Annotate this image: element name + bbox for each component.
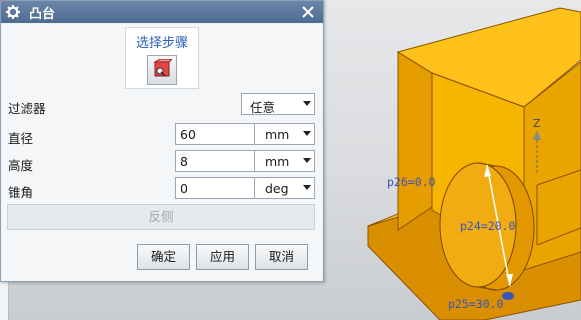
taper-unit: deg bbox=[265, 181, 289, 196]
height-value: 8 bbox=[180, 154, 188, 169]
taper-label: 锥角 bbox=[8, 185, 34, 200]
ok-button[interactable]: 确定 bbox=[137, 244, 190, 270]
taper-value: 0 bbox=[180, 181, 188, 196]
dialog-title: 凸台 bbox=[29, 6, 56, 22]
filter-value: 任意 bbox=[250, 100, 276, 115]
dialog-body: 选择步骤 过滤器 任意 直径 60 mm 高度 8 mm 锥角 0 deg 反侧… bbox=[2, 24, 322, 281]
cancel-button[interactable]: 取消 bbox=[255, 244, 308, 270]
dim-p24[interactable]: p24=20.0 bbox=[460, 219, 515, 233]
face-select-button[interactable] bbox=[147, 55, 177, 85]
dialog-titlebar[interactable]: 凸台 bbox=[1, 1, 323, 23]
dim-p26[interactable]: p26=0.0 bbox=[387, 175, 436, 189]
panel-edge bbox=[0, 281, 9, 320]
block-left-face bbox=[397, 51, 433, 231]
boss-dialog: 凸台 选择步骤 过滤器 任意 直径 60 mm 高度 8 mm 锥角 0 deg… bbox=[0, 0, 324, 282]
chevron-down-icon bbox=[303, 185, 311, 190]
reverse-side-button[interactable]: 反侧 bbox=[7, 204, 315, 230]
selection-step-panel: 选择步骤 bbox=[125, 27, 199, 89]
drag-handle[interactable] bbox=[502, 292, 514, 300]
apply-button[interactable]: 应用 bbox=[196, 244, 249, 270]
z-axis-label: Z bbox=[533, 117, 541, 130]
taper-input[interactable]: 0 bbox=[175, 177, 255, 199]
height-unit-select[interactable]: mm bbox=[254, 150, 315, 172]
gear-icon[interactable] bbox=[5, 4, 21, 20]
diameter-input[interactable]: 60 bbox=[175, 123, 255, 145]
diameter-unit-select[interactable]: mm bbox=[254, 123, 315, 145]
diameter-value: 60 bbox=[180, 127, 196, 142]
height-label: 高度 bbox=[8, 158, 34, 173]
step-label: 选择步骤 bbox=[135, 36, 188, 51]
filter-select[interactable]: 任意 bbox=[241, 93, 315, 115]
chevron-down-icon bbox=[303, 131, 311, 136]
diameter-label: 直径 bbox=[8, 131, 34, 146]
taper-unit-select[interactable]: deg bbox=[254, 177, 315, 199]
diameter-unit: mm bbox=[265, 127, 290, 142]
filter-label: 过滤器 bbox=[8, 101, 46, 116]
height-unit: mm bbox=[265, 154, 290, 169]
face-select-icon bbox=[152, 58, 174, 82]
chevron-down-icon bbox=[303, 158, 311, 163]
dim-p25[interactable]: p25=30.0 bbox=[448, 297, 503, 311]
height-input[interactable]: 8 bbox=[175, 150, 255, 172]
chevron-down-icon bbox=[303, 101, 311, 106]
close-icon[interactable] bbox=[299, 3, 317, 21]
